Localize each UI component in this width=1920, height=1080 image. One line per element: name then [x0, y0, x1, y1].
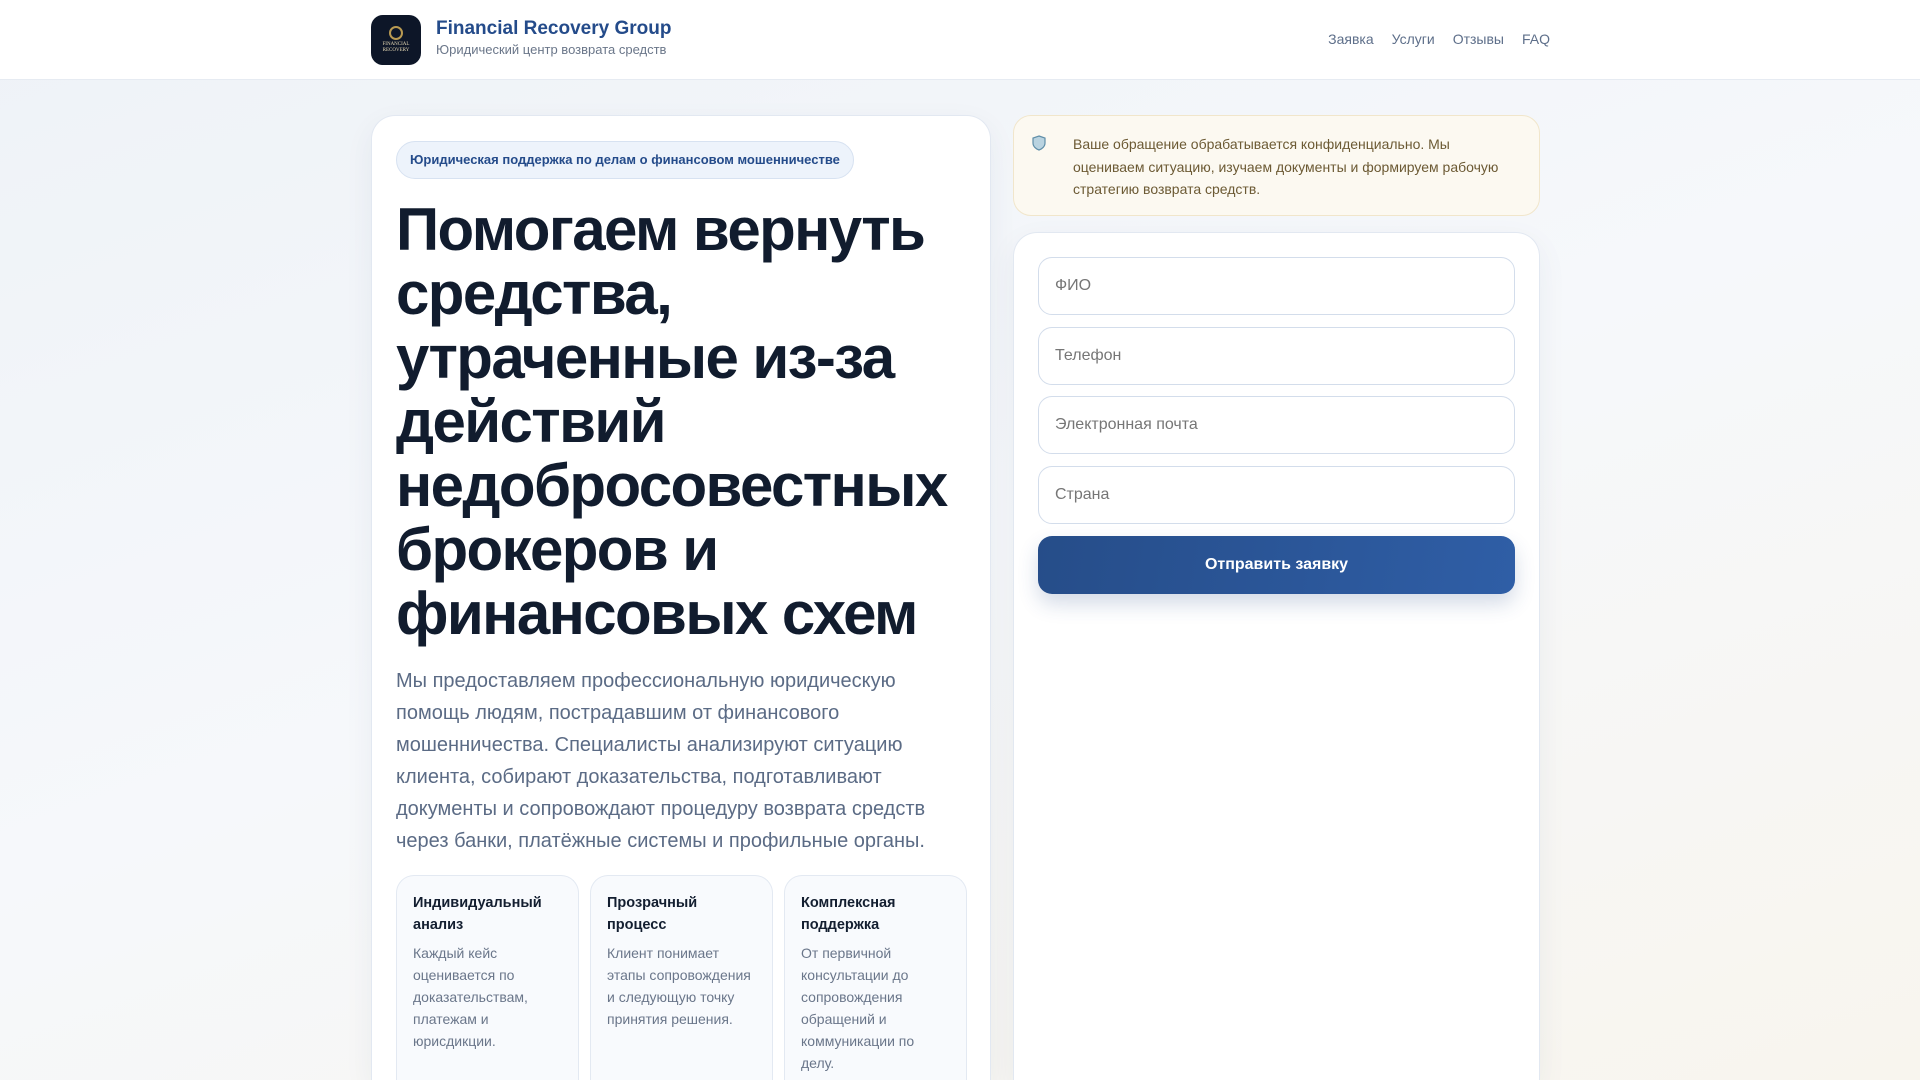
nav-link-services[interactable]: Услуги [1392, 31, 1435, 47]
feature-title: Прозрачный процесс [607, 895, 698, 933]
logo[interactable]: FINANCIAL RECOVERY [371, 15, 421, 65]
hero-badge: Юридическая поддержка по делам о финансо… [396, 141, 854, 179]
logo-emblem-icon [389, 26, 403, 40]
confidentiality-notice: Ваше обращение обрабатывается конфиденци… [1013, 115, 1540, 216]
site-header: FINANCIAL RECOVERY Financial Recovery Gro… [0, 0, 1920, 80]
feature-text: От первичной консультации до сопровожден… [801, 945, 915, 1071]
feature-card: Индивидуальный анализ Каждый кейс оценив… [396, 875, 579, 1080]
hero-card: Юридическая поддержка по делам о финансо… [371, 115, 991, 1080]
main-nav: Заявка Услуги Отзывы FAQ [1328, 31, 1550, 47]
brand-subtitle: Юридический центр возврата средств [436, 42, 667, 57]
submit-request-button[interactable]: Отправить заявку [1038, 536, 1515, 594]
feature-text: Клиент понимает этапы сопровождения и сл… [607, 945, 751, 1027]
nav-link-reviews[interactable]: Отзывы [1453, 31, 1504, 47]
nav-link-request[interactable]: Заявка [1328, 31, 1373, 47]
logo-text: FINANCIAL RECOVERY [382, 42, 410, 53]
request-form: Отправить заявку [1013, 232, 1540, 1080]
feature-card: Комплексная поддержка От первичной консу… [784, 875, 967, 1080]
phone-input[interactable] [1038, 327, 1515, 385]
hero-lead: Мы предоставляем профессиональную юридич… [396, 670, 926, 852]
country-input[interactable] [1038, 466, 1515, 524]
feature-card: Прозрачный процесс Клиент понимает этапы… [590, 875, 773, 1080]
notice-text: Ваше обращение обрабатывается конфиденци… [1073, 136, 1499, 197]
email-input[interactable] [1038, 396, 1515, 454]
feature-title: Индивидуальный анализ [413, 895, 542, 933]
brand-title[interactable]: Financial Recovery Group [436, 18, 671, 40]
feature-text: Каждый кейс оценивается по доказательств… [413, 945, 528, 1049]
feature-title: Комплексная поддержка [801, 895, 896, 933]
page-title: Помогаем вернуть средства, утраченные из… [396, 196, 948, 647]
shield-icon [1032, 135, 1046, 151]
nav-link-faq[interactable]: FAQ [1522, 31, 1550, 47]
full-name-input[interactable] [1038, 257, 1515, 315]
